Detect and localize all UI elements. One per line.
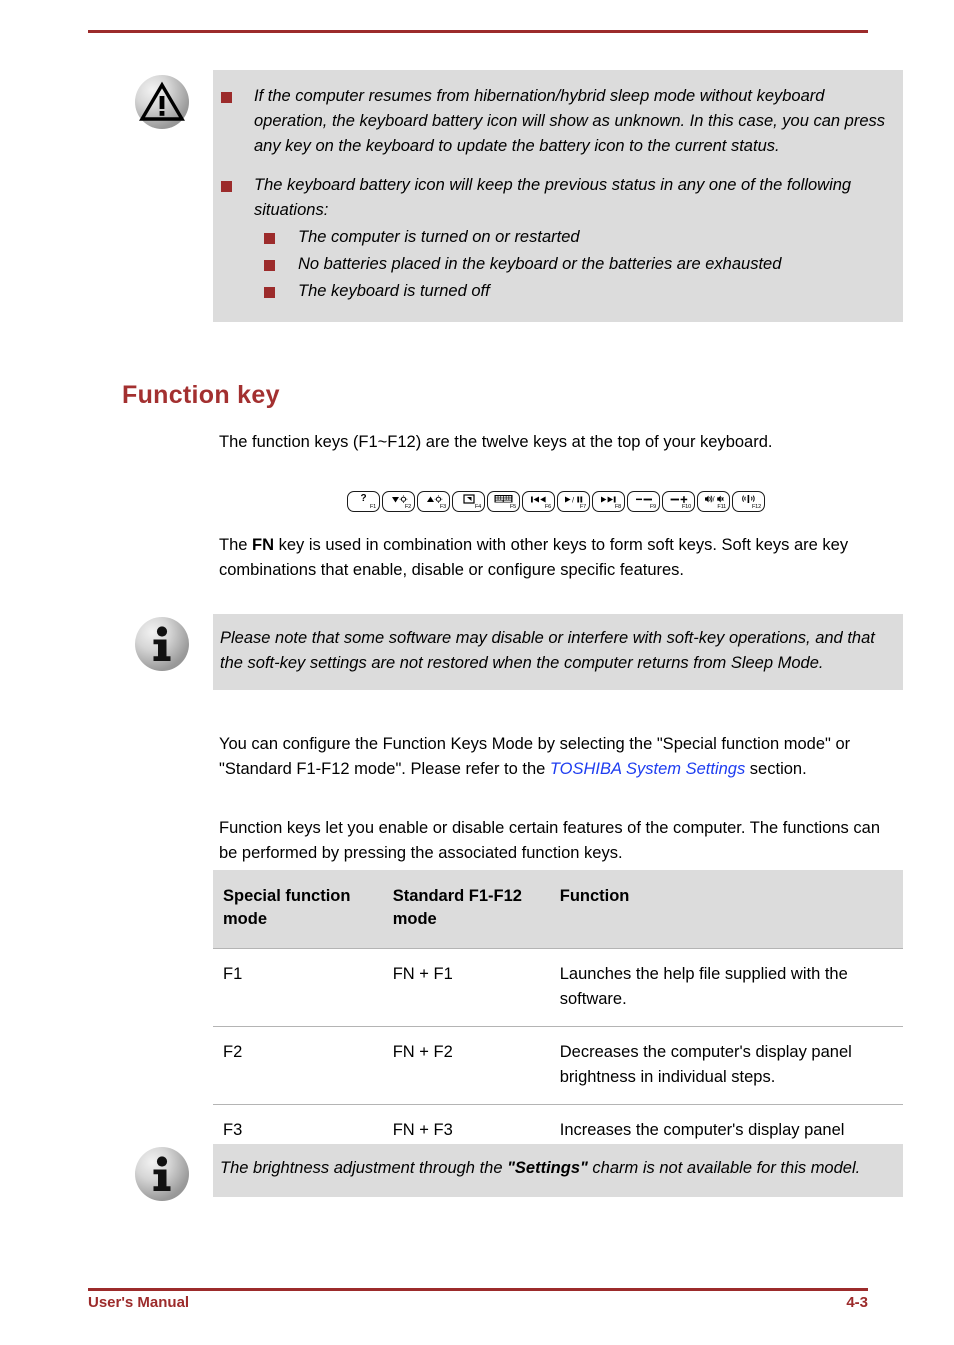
warning-bullet: If the computer resumes from hibernation… [213, 84, 891, 159]
function-key-f12: F12 [732, 491, 765, 512]
warning-subbullet-text: The computer is turned on or restarted [298, 228, 580, 246]
config-paragraph-post: section. [745, 760, 807, 778]
table-cell-special: F2 [213, 1026, 383, 1105]
table-row: F1 FN + F1 Launches the help file suppli… [213, 948, 903, 1027]
table-cell-function: Launches the help file supplied with the… [549, 948, 903, 1027]
warning-bullet-text: The keyboard battery icon will keep the … [254, 176, 852, 219]
function-key-f8: F8 [592, 491, 625, 512]
function-key-f2: F2 [382, 491, 415, 512]
info-callout-2-body: The brightness adjustment through the "S… [213, 1144, 903, 1197]
function-key-label: F10 [681, 504, 691, 510]
function-key-f9: F9 [627, 491, 660, 512]
svg-text:/: / [572, 495, 575, 504]
info-callout-2-post: charm is not available for this model. [587, 1159, 861, 1177]
warning-bullet: The keyboard battery icon will keep the … [213, 173, 891, 304]
manual-page: If the computer resumes from hibernation… [0, 0, 954, 1345]
function-key-label: F8 [614, 504, 621, 510]
function-key-label: F9 [649, 504, 656, 510]
function-key-label: F1 [369, 504, 376, 510]
toshiba-system-settings-link[interactable]: TOSHIBA System Settings [550, 760, 745, 778]
function-key-f1: ? F1 [347, 491, 380, 512]
function-key-label: F5 [509, 504, 516, 510]
function-key-f4: F4 [452, 491, 485, 512]
bullet-square [221, 181, 232, 192]
function-key-f7: / F7 [557, 491, 590, 512]
warning-subbullet-text: The keyboard is turned off [298, 282, 490, 300]
function-key-label: F7 [579, 504, 586, 510]
information-icon [135, 1147, 189, 1201]
section-heading: Function key [122, 381, 280, 409]
function-key-strip: ? F1 F2 F3 F4 F5 F6 / F7 F8 F9 F10 / F11… [347, 491, 765, 512]
fn-key-bold: FN [252, 536, 275, 554]
function-key-label: F6 [544, 504, 551, 510]
features-paragraph: Function keys let you enable or disable … [219, 819, 880, 862]
info-callout-1-body: Please note that some software may disab… [213, 614, 903, 690]
warning-subbullet: The keyboard is turned off [254, 279, 891, 304]
config-paragraph: You can configure the Function Keys Mode… [219, 732, 891, 782]
fn-paragraph-post: key is used in combination with other ke… [219, 536, 849, 579]
info-callout-2-text: The brightness adjustment through the "S… [220, 1156, 889, 1181]
warning-triangle-icon [135, 75, 189, 129]
table-header-standard-f1-f12-mode: Standard F1-F12 mode [382, 870, 550, 949]
intro-paragraph: The function keys (F1~F12) are the twelv… [219, 433, 773, 451]
table-cell-standard: FN + F1 [382, 948, 550, 1027]
header-rule [88, 30, 868, 33]
bullet-square [264, 287, 275, 298]
warning-subbullet: No batteries placed in the keyboard or t… [254, 252, 891, 277]
bullet-square [221, 92, 232, 103]
warning-subbullet-list: The computer is turned on or restarted N… [254, 225, 891, 304]
table-cell-function: Decreases the computer's display panel b… [549, 1026, 903, 1105]
function-key-label: F3 [439, 504, 446, 510]
info-callout-1-text: Please note that some software may disab… [220, 629, 875, 672]
warning-callout-body: If the computer resumes from hibernation… [213, 70, 903, 322]
table-row: F2 FN + F2 Decreases the computer's disp… [213, 1026, 903, 1105]
bullet-square [264, 233, 275, 244]
function-key-f6: F6 [522, 491, 555, 512]
function-key-f3: F3 [417, 491, 450, 512]
svg-text:/: / [712, 497, 714, 504]
settings-charm-bold: "Settings" [507, 1159, 588, 1177]
information-icon [135, 617, 189, 671]
table-cell-standard: FN + F2 [382, 1026, 550, 1105]
warning-subbullet-text: No batteries placed in the keyboard or t… [298, 255, 782, 273]
table-header-function: Function [549, 870, 903, 949]
function-key-label: F11 [717, 504, 726, 510]
footer-rule [88, 1288, 868, 1291]
warning-subbullet: The computer is turned on or restarted [254, 225, 891, 250]
table-header-row: Special function mode Standard F1-F12 mo… [213, 870, 903, 949]
function-key-label: F4 [474, 504, 481, 510]
fn-paragraph: The FN key is used in combination with o… [219, 533, 891, 583]
info-callout-2-pre: The brightness adjustment through the [220, 1159, 508, 1177]
function-key-label: F12 [751, 504, 761, 510]
warning-bullet-text: If the computer resumes from hibernation… [254, 87, 886, 155]
table-cell-special: F1 [213, 948, 383, 1027]
function-keys-table: Special function mode Standard F1-F12 mo… [213, 870, 903, 1183]
function-key-f5: F5 [487, 491, 520, 512]
footer-page-number: 4-3 [846, 1294, 868, 1311]
function-key-f10: F10 [662, 491, 695, 512]
function-key-label: F2 [404, 504, 411, 510]
function-key-f11: / F11 [697, 491, 730, 512]
table-header-special-function-mode: Special function mode [213, 870, 383, 949]
bullet-square [264, 260, 275, 271]
fn-paragraph-pre: The [219, 536, 253, 554]
